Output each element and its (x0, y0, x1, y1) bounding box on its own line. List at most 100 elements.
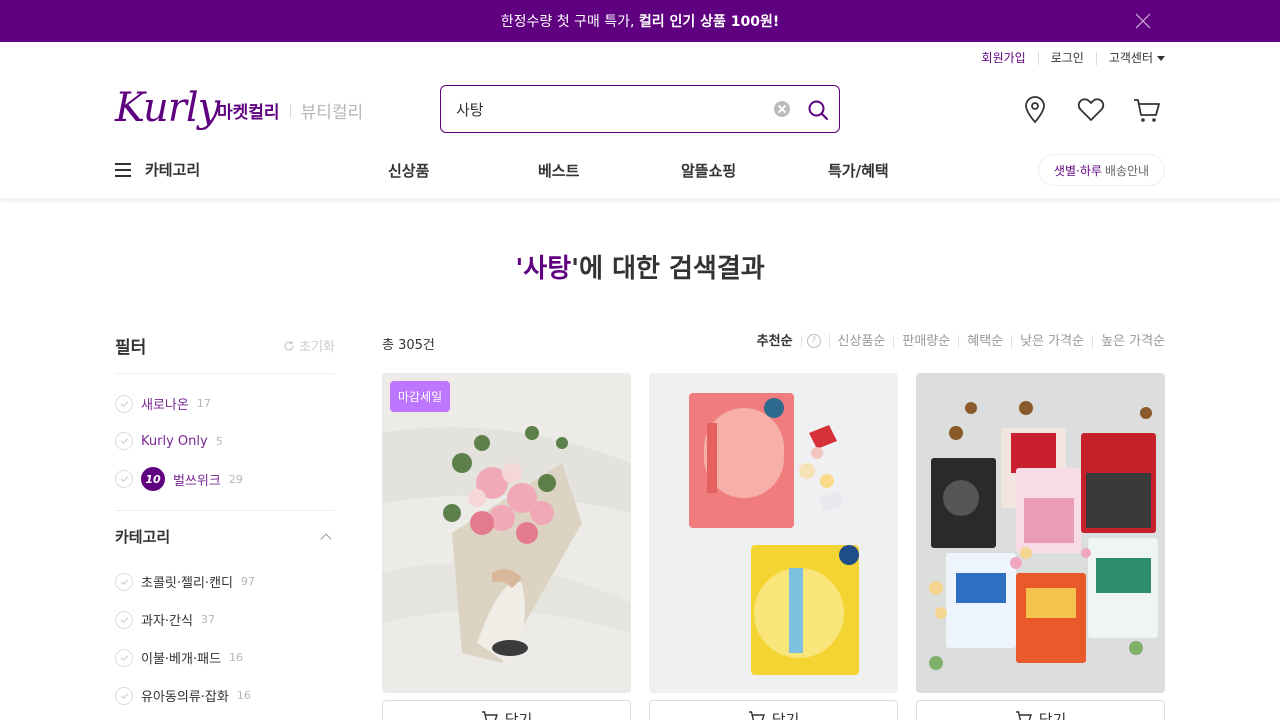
filter-header: 필터 초기화 (115, 333, 335, 358)
add-to-cart-button[interactable]: 담기 (916, 700, 1165, 720)
top-promo-banner[interactable]: 한정수량 첫 구매 특가, 컬리 인기 상품 100원! (0, 0, 1280, 42)
caret-down-icon (1157, 56, 1165, 61)
nav-best[interactable]: 베스트 (538, 160, 579, 181)
nav-special-deals[interactable]: 특가/혜택 (828, 160, 889, 181)
sort-price-high[interactable]: 높은 가격순 (1093, 335, 1165, 348)
sort-label: 추천순 (749, 334, 802, 348)
search-result-title: '사탕'에 대한 검색결과 (0, 248, 1280, 285)
product-card[interactable]: 마감세일 담기 (382, 373, 631, 720)
product-card[interactable]: 담기 (649, 373, 898, 720)
customer-center-link[interactable]: 고객센터 (1097, 52, 1165, 65)
close-icon[interactable] (1134, 12, 1152, 30)
search-input[interactable] (456, 100, 756, 118)
filter-reset-button[interactable]: 초기화 (283, 336, 335, 355)
candy-pack-image (649, 373, 898, 693)
quote-close: ' (571, 254, 580, 284)
banner-text: 한정수량 첫 구매 특가, 컬리 인기 상품 100원! (500, 14, 780, 30)
nav-bargain[interactable]: 알뜰쇼핑 (681, 160, 736, 181)
sort-newest[interactable]: 신상품순 (830, 334, 895, 348)
kurly-logo[interactable]: Kurly (115, 86, 220, 130)
category-option[interactable]: 이불·베개·패드 16 (115, 648, 243, 667)
checkbox-icon[interactable] (115, 648, 133, 667)
category-label: 카테고리 (145, 161, 201, 179)
cart-icon[interactable] (1131, 94, 1163, 126)
signup-link[interactable]: 회원가입 (982, 52, 1039, 65)
cart-icon (1015, 711, 1032, 720)
delivery-label: 배송안내 (1104, 163, 1150, 178)
product-card[interactable]: 담기 (916, 373, 1165, 720)
checkbox-icon[interactable] (115, 470, 133, 488)
nav-new-products[interactable]: 신상품 (388, 160, 429, 181)
chevron-up-icon (320, 532, 332, 545)
mall-tabs: 마켓컬리 뷰티컬리 (217, 98, 363, 123)
category-filter-title: 카테고리 (115, 528, 171, 546)
filter-option-count: 17 (196, 397, 211, 410)
sort-best-selling[interactable]: 판매량순 (894, 334, 960, 348)
divider (115, 510, 335, 511)
checkbox-icon[interactable] (115, 432, 133, 450)
result-count: 총 305건 (382, 338, 435, 353)
category-option[interactable]: 초콜릿·젤리·캔디 97 (115, 572, 255, 591)
category-option[interactable]: 유아동의류·잡화 16 (115, 686, 251, 705)
category-option-label: 유아동의류·잡화 (141, 690, 229, 705)
filter-title: 필터 (115, 338, 147, 358)
category-option-label: 과자·간식 (141, 614, 193, 629)
sort-benefit[interactable]: 혜택순 (959, 334, 1013, 348)
filter-option-label: 새로나온 (141, 398, 189, 413)
search-icon[interactable] (807, 99, 829, 121)
category-menu-button[interactable]: 카테고리 (115, 159, 200, 180)
filter-option-kurly-only[interactable]: Kurly Only 5 (115, 432, 223, 450)
tab-market-kurly[interactable]: 마켓컬리 (217, 98, 280, 123)
add-to-cart-button[interactable]: 담기 (382, 700, 631, 720)
divider (115, 373, 335, 374)
checkbox-icon[interactable] (115, 572, 133, 591)
customer-center-label: 고객센터 (1108, 51, 1153, 65)
sort-recommended[interactable]: 추천순? (741, 334, 830, 348)
candy-assortment-image (916, 373, 1165, 693)
cart-icon (481, 711, 498, 720)
delivery-info-button[interactable]: 샛별·하루 배송안내 (1038, 154, 1165, 186)
tab-beauty-kurly[interactable]: 뷰티컬리 (301, 98, 364, 123)
result-suffix: 에 대한 검색결과 (579, 254, 765, 284)
ten-badge-icon: 10 (141, 467, 165, 491)
cart-icon (748, 711, 765, 720)
bouquet-image (382, 373, 631, 693)
category-option-label: 이불·베개·패드 (141, 652, 222, 667)
checkbox-icon[interactable] (115, 610, 133, 629)
filter-option-new[interactable]: 새로나온 17 (115, 394, 211, 413)
category-option-count: 16 (236, 689, 251, 702)
location-icon[interactable] (1019, 94, 1051, 126)
search-keyword: 사탕 (523, 254, 572, 284)
cart-label: 담기 (1038, 711, 1067, 720)
product-badge: 마감세일 (390, 381, 451, 412)
login-link[interactable]: 로그인 (1039, 52, 1097, 65)
filter-option-count: 5 (215, 434, 223, 448)
filter-option-count: 29 (228, 472, 243, 486)
product-image-candy-packs[interactable] (649, 373, 898, 693)
filter-option-beauty-week[interactable]: 10 벌쓰위크 29 (115, 467, 243, 491)
category-option-count: 97 (241, 575, 255, 588)
category-option[interactable]: 과자·간식 37 (115, 610, 215, 629)
category-option-count: 37 (200, 613, 215, 626)
add-to-cart-button[interactable]: 담기 (649, 700, 898, 720)
heart-icon[interactable] (1075, 94, 1107, 126)
category-option-label: 초콜릿·젤리·캔디 (141, 576, 233, 591)
checkbox-icon[interactable] (115, 686, 133, 705)
checkbox-icon[interactable] (115, 394, 133, 413)
cart-label: 담기 (771, 711, 800, 720)
category-filter-toggle[interactable]: 카테고리 (115, 526, 335, 547)
delivery-highlight: 샛별·하루 (1053, 163, 1102, 178)
sort-price-low[interactable]: 낮은 가격순 (1012, 334, 1094, 348)
category-option-count: 16 (229, 651, 244, 664)
filter-option-label: Kurly Only (141, 433, 208, 449)
sort-options: 추천순? 신상품순 판매량순 혜택순 낮은 가격순 높은 가격순 (741, 334, 1165, 348)
refresh-icon (284, 340, 294, 351)
help-icon[interactable]: ? (806, 334, 821, 348)
hamburger-icon (115, 162, 131, 177)
product-image-candy-assortment[interactable] (916, 373, 1165, 693)
divider (289, 103, 291, 118)
filter-option-label: 벌쓰위크 (173, 473, 221, 489)
clear-search-icon[interactable] (774, 101, 790, 117)
reset-label: 초기화 (299, 340, 335, 355)
product-image-bouquet[interactable]: 마감세일 (382, 373, 631, 693)
